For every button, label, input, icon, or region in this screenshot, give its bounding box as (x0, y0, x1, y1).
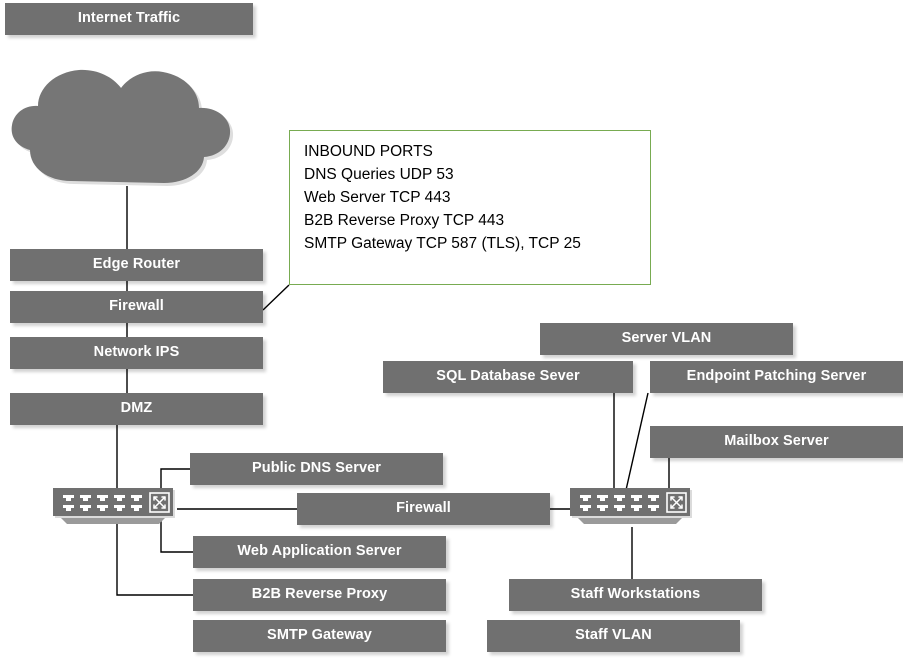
node-label: B2B Reverse Proxy (251, 586, 388, 603)
node-dmz[interactable]: DMZ (10, 393, 263, 425)
node-label: Staff Workstations (570, 586, 701, 603)
callout-line-smtp: SMTP Gateway TCP 587 (TLS), TCP 25 (304, 234, 581, 252)
node-server-vlan[interactable]: Server VLAN (540, 323, 793, 355)
node-edge-router[interactable]: Edge Router (10, 249, 263, 281)
node-firewall-perimeter[interactable]: Firewall (10, 291, 263, 323)
node-label: Firewall (396, 500, 451, 517)
node-firewall-internal[interactable]: Firewall (297, 493, 550, 525)
callout-line-b2b: B2B Reverse Proxy TCP 443 (304, 211, 505, 229)
node-label: Firewall (109, 298, 164, 315)
callout-line-dns: DNS Queries UDP 53 (304, 165, 454, 183)
callout-line-title: INBOUND PORTS (304, 143, 433, 160)
node-web-application-server[interactable]: Web Application Server (193, 536, 446, 568)
inbound-ports-callout: INBOUND PORTS DNS Queries UDP 53 Web Ser… (289, 130, 651, 285)
node-label: Staff VLAN (575, 627, 652, 644)
node-smtp-gateway[interactable]: SMTP Gateway (193, 620, 446, 652)
node-mailbox-server[interactable]: Mailbox Server (650, 426, 903, 458)
node-label: Server VLAN (621, 330, 712, 347)
node-label: Network IPS (93, 344, 180, 361)
node-endpoint-patching-server[interactable]: Endpoint Patching Server (650, 361, 903, 393)
network-switch-icon (570, 488, 694, 524)
node-label: Endpoint Patching Server (686, 368, 867, 385)
node-label: Web Application Server (237, 543, 402, 560)
network-switch-icon (53, 488, 177, 524)
node-staff-workstations[interactable]: Staff Workstations (509, 579, 762, 611)
cloud-icon (10, 60, 248, 188)
node-label: SQL Database Sever (436, 368, 580, 385)
edge-dmz-switch-to-b2b-reverse-proxy (116, 523, 193, 596)
network-diagram-canvas: Internet Traffic Edge Router Firewall Ne… (0, 0, 903, 658)
edge-firewall-perimeter-to-inbound-ports-callout (262, 284, 290, 311)
node-label: Public DNS Server (251, 460, 382, 477)
edge-endpoint-patching-server-to-internal-switch (625, 392, 649, 491)
node-sql-database-server[interactable]: SQL Database Sever (383, 361, 633, 393)
node-public-dns-server[interactable]: Public DNS Server (190, 453, 443, 485)
node-staff-vlan[interactable]: Staff VLAN (487, 620, 740, 652)
node-label: DMZ (120, 400, 153, 417)
node-label: Mailbox Server (724, 433, 829, 450)
node-network-ips[interactable]: Network IPS (10, 337, 263, 369)
node-label: SMTP Gateway (267, 627, 372, 644)
callout-line-web: Web Server TCP 443 (304, 188, 451, 206)
node-internet-traffic[interactable]: Internet Traffic (5, 3, 253, 35)
node-b2b-reverse-proxy[interactable]: B2B Reverse Proxy (193, 579, 446, 611)
node-label: Edge Router (92, 256, 181, 273)
node-label: Internet Traffic (77, 10, 181, 27)
